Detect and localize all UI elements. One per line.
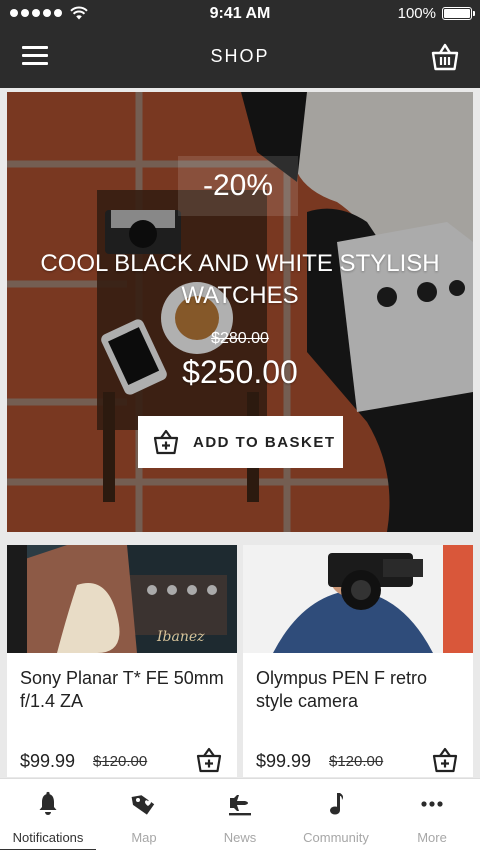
add-to-basket-label: ADD TO BASKET [193,433,336,451]
hero-title: COOL BLACK AND WHITE STYLISH WATCHES [40,250,440,309]
product-price: $99.99 [256,751,312,771]
add-to-basket-icon[interactable] [432,747,458,773]
product-image: Ibanez [7,545,237,653]
svg-text:Ibanez: Ibanez [156,629,205,645]
battery-status: 100% [397,5,475,22]
tab-label: Map [131,830,157,845]
tab-community[interactable]: Community [288,779,384,852]
hero-price: $250.00 [182,354,298,390]
hero-old-price: $280.00 [211,330,269,347]
product-title: Olympus PEN F retro style camera [256,668,428,711]
product-image [243,545,473,653]
tab-more[interactable]: More [384,779,480,852]
tag-icon [131,795,155,815]
tab-notifications[interactable]: Notifications [0,779,96,852]
hero-content: -20% COOL BLACK AND WHITE STYLISH WATCHE… [7,92,473,532]
music-note-icon [330,793,344,815]
tab-label: News [223,830,257,845]
app-bar: SHOP [0,28,480,88]
product-card[interactable]: Olympus PEN F retro style camera $99.99 … [243,545,473,777]
basket-icon[interactable] [430,42,460,72]
battery-percent: 100% [397,5,436,22]
product-price: $99.99 [20,751,76,771]
tab-label: Community [303,830,369,845]
add-to-basket-button[interactable]: ADD TO BASKET [138,416,343,468]
add-to-basket-icon[interactable] [196,747,222,773]
page-title: SHOP [210,46,270,66]
bottom-tab-bar: Notifications Map News Community More [0,778,480,852]
add-to-basket-icon [153,429,179,455]
more-dots-icon [421,801,443,807]
tab-label: More [417,830,447,845]
bell-icon [39,791,57,815]
status-bar: 9:41 AM 100% [0,0,480,28]
plane-icon [229,795,251,816]
tab-news[interactable]: News [192,779,288,852]
tab-label: Notifications [12,830,84,845]
product-card[interactable]: Ibanez Sony Planar T* FE 50mm f/1.4 ZA $… [7,545,237,777]
product-old-price: $120.00 [93,753,148,770]
tab-map[interactable]: Map [96,779,192,852]
discount-badge: -20% [178,156,298,216]
product-title: Sony Planar T* FE 50mm f/1.4 ZA [20,668,224,711]
product-old-price: $120.00 [329,753,384,770]
battery-icon [442,7,475,20]
hero-banner[interactable]: -20% COOL BLACK AND WHITE STYLISH WATCHE… [7,92,473,532]
